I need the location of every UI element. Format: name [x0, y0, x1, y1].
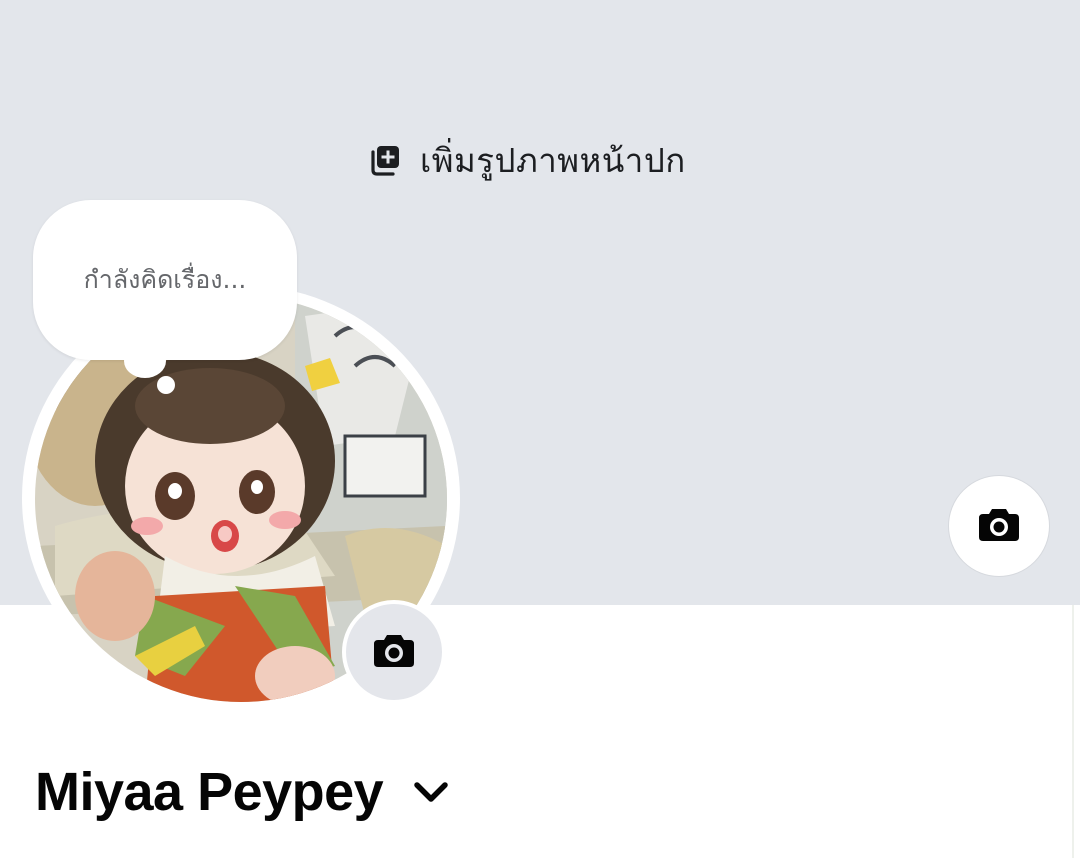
- chevron-down-icon: [411, 772, 451, 812]
- edit-avatar-camera-button[interactable]: [342, 600, 446, 704]
- note-bubble-tail-dot: [157, 376, 175, 394]
- profile-page: เพิ่มรูปภาพหน้าปก กำลังคิดเรื่อง... Miya…: [0, 0, 1080, 858]
- camera-icon: [372, 631, 416, 674]
- profile-name: Miyaa Peypey: [35, 762, 384, 822]
- profile-name-button[interactable]: Miyaa Peypey: [35, 752, 451, 832]
- add-cover-photo-label: เพิ่มรูปภาพหน้าปก: [420, 140, 686, 180]
- add-photo-icon: [368, 143, 402, 177]
- note-placeholder: กำลังคิดเรื่อง...: [83, 265, 247, 294]
- page-edge-divider: [1072, 605, 1074, 858]
- note-bubble[interactable]: กำลังคิดเรื่อง...: [33, 200, 297, 360]
- camera-icon: [977, 505, 1021, 548]
- add-cover-photo-button[interactable]: เพิ่มรูปภาพหน้าปก: [368, 138, 686, 182]
- edit-cover-camera-button[interactable]: [949, 476, 1049, 576]
- note-bubble-tail: [124, 344, 166, 378]
